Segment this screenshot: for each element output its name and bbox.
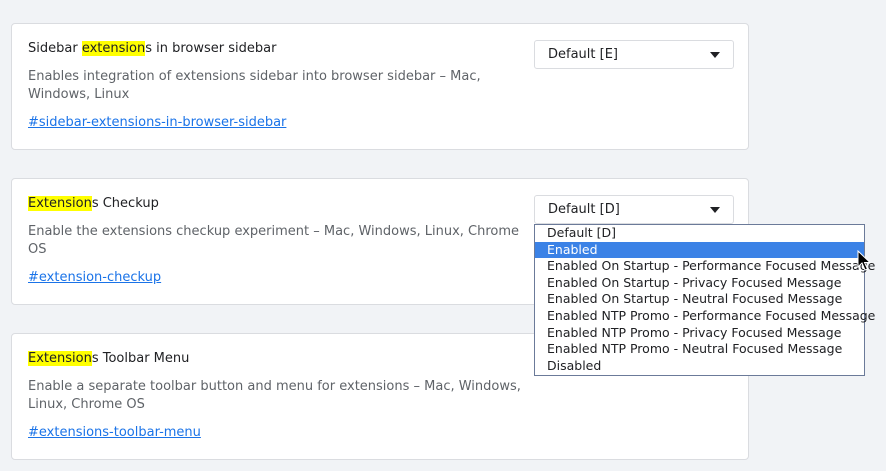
dropdown-option[interactable]: Enabled NTP Promo - Privacy Focused Mess…: [535, 325, 864, 342]
flag-permalink[interactable]: #sidebar-extensions-in-browser-sidebar: [28, 115, 286, 130]
dropdown-option-highlighted[interactable]: Enabled: [535, 241, 864, 259]
dropdown-option[interactable]: Enabled NTP Promo - Performance Focused …: [535, 308, 875, 325]
dropdown-option[interactable]: Default [D]: [535, 225, 864, 242]
chevron-down-icon: [710, 52, 720, 58]
flag-permalink[interactable]: #extension-checkup: [28, 270, 161, 285]
search-highlight: Extension: [28, 351, 92, 366]
flag-permalink[interactable]: #extensions-toolbar-menu: [28, 425, 201, 440]
dropdown-option[interactable]: Disabled: [535, 358, 864, 375]
flag-title: Sidebar extensions in browser sidebar: [28, 41, 276, 56]
flag-description: Enable a separate toolbar button and men…: [28, 379, 521, 412]
flag-title: Extensions Toolbar Menu: [28, 351, 189, 366]
dropdown-option[interactable]: Enabled On Startup - Neutral Focused Mes…: [535, 291, 864, 308]
mouse-cursor-icon: [857, 250, 871, 271]
select-value: Default [E]: [548, 47, 618, 62]
title-text: s in browser sidebar: [145, 41, 277, 56]
select-value: Default [D]: [548, 202, 620, 217]
dropdown-option[interactable]: Enabled NTP Promo - Neutral Focused Mess…: [535, 341, 864, 358]
select-dropdown-list[interactable]: Default [D] Enabled Enabled On Startup -…: [534, 224, 875, 376]
title-text: s Toolbar Menu: [91, 351, 190, 366]
flag-description: Enable the extensions checkup experiment…: [28, 224, 520, 257]
flag-title: Extensions Checkup: [28, 196, 159, 211]
search-highlight: Extension: [28, 196, 92, 211]
flag-description: Enables integration of extensions sideba…: [28, 69, 481, 102]
dropdown-option[interactable]: Enabled On Startup - Performance Focused…: [535, 258, 875, 275]
chevron-down-icon: [710, 207, 720, 213]
search-highlight: extension: [81, 41, 146, 56]
flag-state-select[interactable]: Default [D]: [534, 195, 734, 224]
title-text: s Checkup: [91, 196, 159, 211]
dropdown-option[interactable]: Enabled On Startup - Privacy Focused Mes…: [535, 275, 864, 292]
flag-card-sidebar-extensions: Sidebar extensions in browser sidebar En…: [11, 23, 749, 150]
title-text: Sidebar: [28, 41, 82, 56]
flag-state-select[interactable]: Default [E]: [534, 40, 734, 69]
